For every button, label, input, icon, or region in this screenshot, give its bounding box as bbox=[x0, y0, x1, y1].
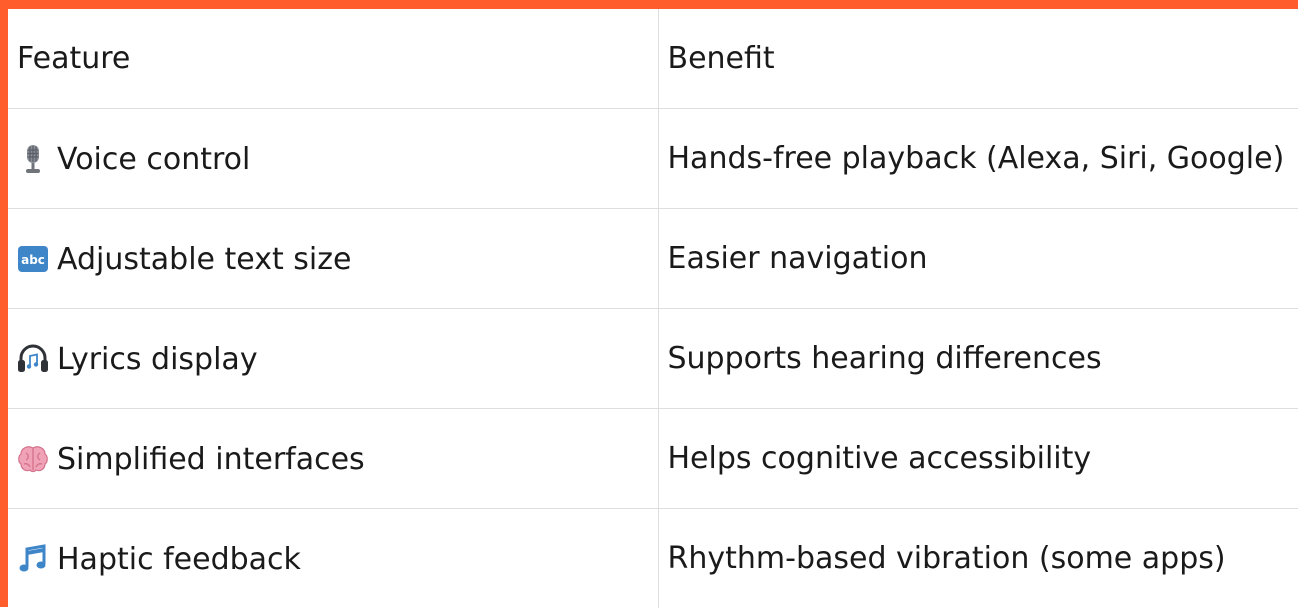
feature-cell: abc Adjustable text size bbox=[8, 209, 658, 309]
feature-benefit-table: Feature Benefit bbox=[8, 9, 1298, 608]
orange-frame-left bbox=[0, 0, 8, 607]
table-row: Voice control Hands-free playback (Alexa… bbox=[8, 109, 1298, 209]
abc-input-icon: abc bbox=[17, 243, 49, 275]
table-row: Haptic feedback Rhythm-based vibration (… bbox=[8, 509, 1298, 608]
header-benefit: Benefit bbox=[658, 9, 1298, 109]
header-feature: Feature bbox=[8, 9, 658, 109]
benefit-cell: Easier navigation bbox=[658, 209, 1298, 309]
svg-text:abc: abc bbox=[21, 253, 45, 267]
table-row: abc Adjustable text size Easier navigati… bbox=[8, 209, 1298, 309]
brain-icon bbox=[17, 443, 49, 475]
benefit-cell: Hands-free playback (Alexa, Siri, Google… bbox=[658, 109, 1298, 209]
headphones-icon bbox=[17, 343, 49, 375]
feature-label: Adjustable text size bbox=[57, 242, 351, 277]
feature-cell: Simplified interfaces bbox=[8, 409, 658, 509]
benefit-cell: Rhythm-based vibration (some apps) bbox=[658, 509, 1298, 608]
feature-cell: Voice control bbox=[8, 109, 658, 209]
feature-label: Simplified interfaces bbox=[57, 442, 365, 477]
orange-frame-top bbox=[0, 0, 1298, 9]
musical-notes-icon bbox=[17, 543, 49, 575]
microphone-icon bbox=[17, 143, 49, 175]
benefit-cell: Helps cognitive accessibility bbox=[658, 409, 1298, 509]
benefit-cell: Supports hearing differences bbox=[658, 309, 1298, 409]
feature-label: Voice control bbox=[57, 142, 250, 177]
table-row: Lyrics display Supports hearing differen… bbox=[8, 309, 1298, 409]
feature-label: Lyrics display bbox=[57, 342, 258, 377]
feature-cell: Lyrics display bbox=[8, 309, 658, 409]
feature-label: Haptic feedback bbox=[57, 542, 301, 577]
feature-cell: Haptic feedback bbox=[8, 509, 658, 608]
table-header-row: Feature Benefit bbox=[8, 9, 1298, 109]
table-row: Simplified interfaces Helps cognitive ac… bbox=[8, 409, 1298, 509]
